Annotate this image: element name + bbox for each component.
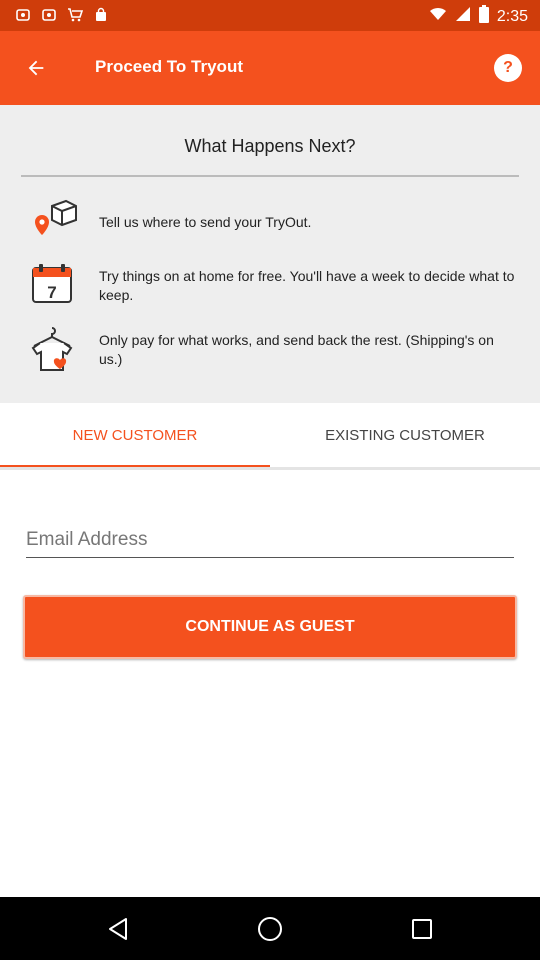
info-heading: What Happens Next? — [184, 136, 356, 156]
shopping-bag-icon — [92, 6, 110, 24]
notification-icon — [14, 6, 32, 24]
step-text: Tell us where to send your TryOut. — [99, 214, 312, 230]
divider — [21, 175, 519, 177]
arrow-left-icon — [28, 60, 44, 76]
status-time: 2:35 — [496, 7, 528, 25]
cart-icon — [66, 6, 84, 24]
email-field[interactable] — [26, 523, 514, 558]
step-item: Tell us where to send your TryOut. — [0, 195, 540, 247]
triangle-back-icon — [109, 918, 127, 940]
package-location-icon — [28, 195, 80, 247]
nav-back-button[interactable] — [100, 911, 136, 947]
app-bar: Proceed To Tryout ? — [0, 31, 540, 105]
system-navigation-bar — [0, 897, 540, 960]
step-item: Only pay for what works, and send back t… — [0, 324, 540, 376]
step-text: Only pay for what works, and send back t… — [99, 332, 494, 367]
svg-text:7: 7 — [47, 283, 56, 302]
nav-recents-button[interactable] — [404, 911, 440, 947]
wifi-icon — [429, 6, 447, 27]
tab-new-customer[interactable]: NEW CUSTOMER — [0, 403, 270, 467]
page-title: Proceed To Tryout — [95, 57, 243, 76]
shirt-heart-icon — [28, 324, 80, 376]
calendar-icon: 7 — [28, 260, 80, 312]
continue-as-guest-button[interactable]: CONTINUE AS GUEST — [23, 595, 517, 659]
signal-icon — [455, 6, 471, 27]
square-recents-icon — [412, 919, 432, 939]
customer-tabs: NEW CUSTOMER EXISTING CUSTOMER — [0, 403, 540, 469]
how-it-works-panel: What Happens Next? Tell us where to send… — [0, 105, 540, 403]
notification-icon — [40, 6, 58, 24]
step-text: Try things on at home for free. You'll h… — [99, 268, 515, 303]
step-item: 7 Try things on at home for free. You'll… — [0, 260, 540, 312]
help-button[interactable]: ? — [494, 54, 522, 82]
tab-existing-customer[interactable]: EXISTING CUSTOMER — [270, 403, 540, 467]
status-bar: 2:35 — [0, 0, 540, 31]
battery-icon — [478, 5, 489, 28]
tabs-divider — [0, 467, 540, 470]
nav-home-button[interactable] — [252, 911, 288, 947]
back-button[interactable] — [14, 46, 58, 90]
circle-home-icon — [258, 917, 282, 941]
